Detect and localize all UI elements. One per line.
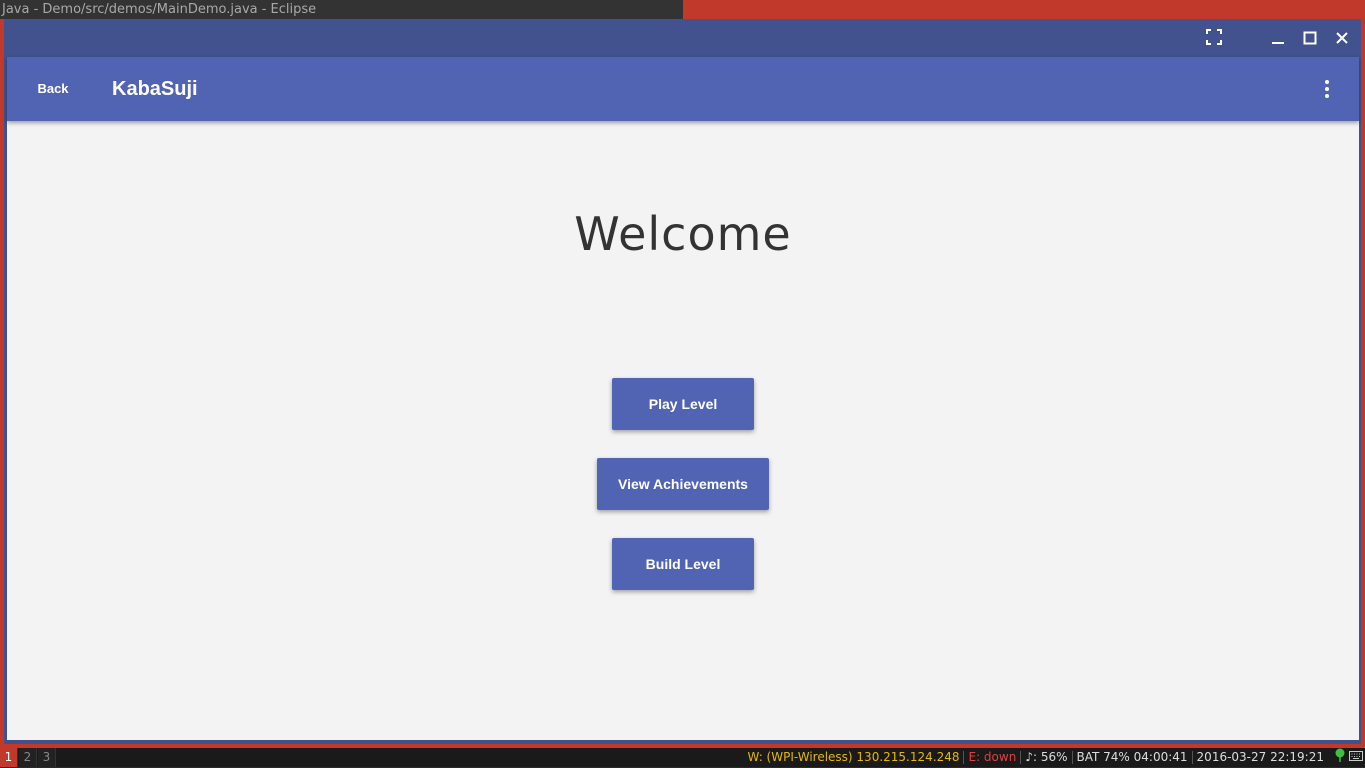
workspace-1[interactable]: 1 [0, 748, 18, 767]
window-frame: Back KabaSuji Welcome Play Level View Ac… [0, 19, 1365, 748]
app-title: KabaSuji [112, 78, 198, 100]
minimize-button[interactable] [1267, 28, 1289, 50]
ethernet-status: E: down [964, 751, 1022, 764]
welcome-heading: Welcome [574, 207, 792, 261]
window-title: Java - Demo/src/demos/MainDemo.java - Ec… [0, 0, 683, 19]
maximize-button[interactable] [1299, 28, 1321, 50]
system-tray [1328, 748, 1365, 768]
workspace-3[interactable]: 3 [38, 748, 56, 767]
window-chrome [4, 19, 1361, 57]
close-button[interactable] [1331, 28, 1353, 50]
fullscreen-icon [1206, 29, 1222, 49]
more-vert-icon [1325, 80, 1329, 84]
keyboard-tray-icon[interactable] [1349, 748, 1363, 767]
more-vert-icon-dot [1325, 87, 1329, 91]
more-options-button[interactable] [1313, 75, 1341, 103]
volume-status: ♪: 56% [1021, 751, 1073, 764]
wifi-status: W: (WPI-Wireless) 130.215.124.248 [744, 751, 965, 764]
close-icon [1335, 30, 1349, 49]
workspace-2[interactable]: 2 [19, 748, 37, 767]
main-content: Welcome Play Level View Achievements Bui… [7, 121, 1359, 740]
minimize-icon [1271, 30, 1285, 49]
system-statusbar: 1 2 3 W: (WPI-Wireless) 130.215.124.248 … [0, 748, 1365, 767]
battery-status: BAT 74% 04:00:41 [1073, 751, 1193, 764]
maximize-icon [1303, 30, 1317, 49]
wm-titlebar: Java - Demo/src/demos/MainDemo.java - Ec… [0, 0, 1365, 19]
datetime-status: 2016-03-27 22:19:21 [1196, 750, 1324, 764]
build-level-button[interactable]: Build Level [612, 538, 754, 590]
more-vert-icon-dot [1325, 94, 1329, 98]
play-level-button[interactable]: Play Level [612, 378, 754, 430]
wm-title-accent [683, 0, 1365, 19]
network-tray-icon[interactable] [1334, 748, 1346, 768]
status-indicators: W: (WPI-Wireless) 130.215.124.248 E: dow… [744, 748, 1365, 767]
app-window: Back KabaSuji Welcome Play Level View Ac… [4, 19, 1361, 744]
fullscreen-button[interactable] [1203, 28, 1225, 50]
view-achievements-button[interactable]: View Achievements [597, 458, 769, 510]
back-button[interactable]: Back [29, 73, 77, 105]
app-toolbar: Back KabaSuji [7, 57, 1359, 121]
